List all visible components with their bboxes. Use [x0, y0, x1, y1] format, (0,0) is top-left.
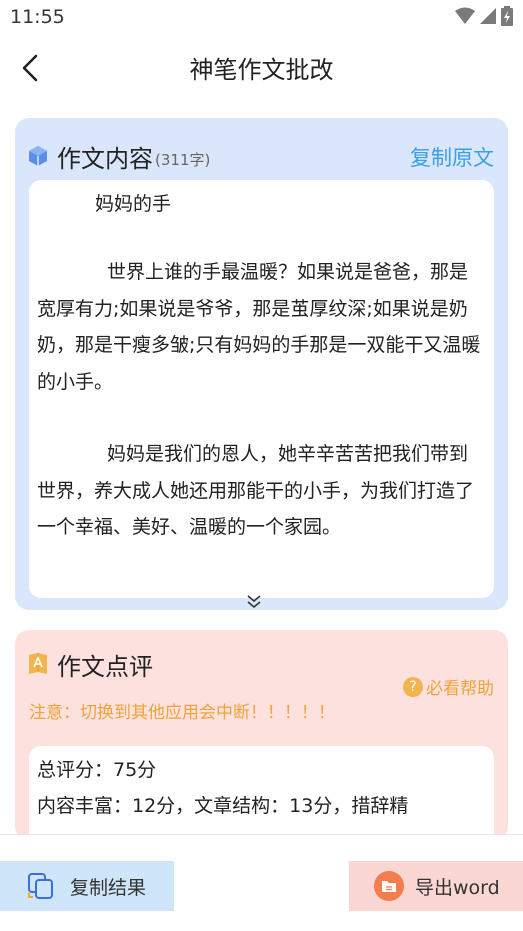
help-label: 必看帮助	[426, 679, 494, 699]
essay-content-card: 作文内容 (311字) 复制原文 妈妈的手 世界上谁的手最温暖？如果说是爸爸，那…	[15, 118, 508, 610]
battery-icon	[501, 6, 513, 26]
score-box[interactable]: 总评分：75分 内容丰富：12分，文章结构：13分，措辞精	[29, 746, 494, 840]
status-icons	[455, 6, 513, 26]
status-time: 11:55	[10, 6, 65, 28]
copy-icon	[28, 873, 53, 899]
score-line: 内容丰富：12分，文章结构：13分，措辞精	[37, 795, 409, 817]
status-bar: 11:55	[0, 0, 523, 36]
review-card-title: 作文点评	[57, 652, 153, 681]
copy-result-button[interactable]: 复制结果	[0, 861, 174, 911]
essay-paragraph: 妈妈是我们的恩人，她辛辛苦苦把我们带到世界，养大成人她还用那能干的小手，为我们打…	[37, 443, 475, 538]
interrupt-notice: 注意：切换到其他应用会中断！！！！！	[29, 703, 335, 723]
nav-bar: 神笔作文批改	[0, 36, 523, 98]
essay-text-box[interactable]: 妈妈的手 世界上谁的手最温暖？如果说是爸爸，那是宽厚有力;如果说是爷爷，那是茧厚…	[29, 180, 494, 598]
signal-icon	[480, 8, 496, 24]
page-title: 神笔作文批改	[189, 56, 334, 84]
essay-review-card: 作文点评 ? 必看帮助 注意：切换到其他应用会中断！！！！！ 总评分：75分 内…	[15, 630, 508, 840]
help-link[interactable]: ? 必看帮助	[403, 674, 494, 699]
essay-title: 妈妈的手	[95, 193, 172, 215]
char-count: (311字)	[155, 150, 211, 169]
document-icon	[374, 871, 404, 901]
score-line: 总评分：75分	[37, 759, 157, 781]
essay-card-title: 作文内容	[57, 144, 153, 173]
book-icon	[29, 653, 47, 674]
bottom-action-bar: 复制结果 导出word	[0, 835, 523, 931]
wifi-icon	[455, 7, 475, 24]
review-card-header: 作文点评	[27, 648, 153, 681]
copy-original-button[interactable]: 复制原文	[410, 142, 494, 172]
export-word-button[interactable]: 导出word	[349, 861, 523, 911]
help-icon: ?	[403, 676, 423, 697]
essay-paragraph: 世界上谁的手最温暖？如果说是爸爸，那是宽厚有力;如果说是爷爷，那是茧厚纹深;如果…	[37, 261, 481, 393]
export-word-label: 导出word	[415, 876, 500, 899]
copy-result-label: 复制结果	[70, 876, 147, 899]
essay-card-header: 作文内容 (311字) 复制原文	[27, 140, 496, 173]
double-chevron-down-icon[interactable]	[245, 594, 263, 610]
cube-icon	[29, 146, 47, 166]
